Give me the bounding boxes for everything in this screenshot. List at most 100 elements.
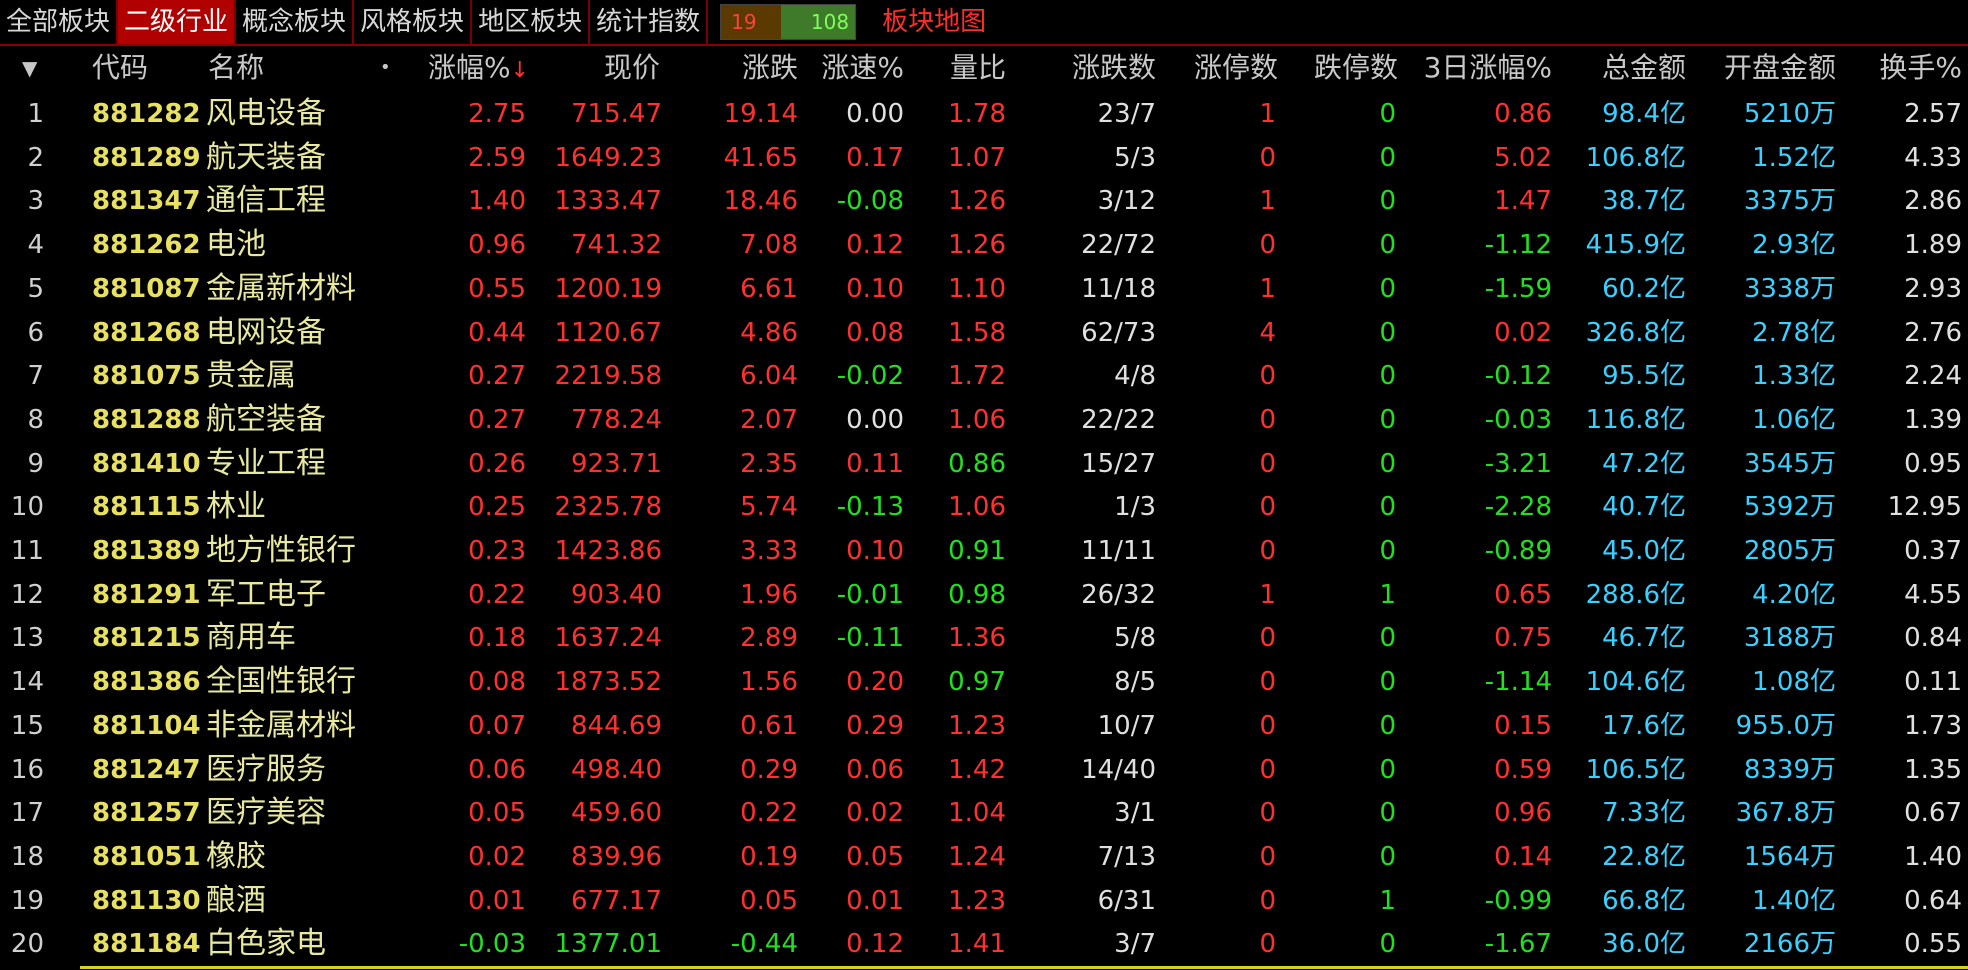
limit-down-count: 0: [1379, 841, 1396, 872]
sector-code: 881051: [92, 841, 201, 872]
change-pct: 0.55: [468, 273, 526, 304]
open-amount: 955.0万: [1735, 710, 1836, 741]
limit-up-count: 1: [1259, 273, 1276, 304]
table-row[interactable]: 11 881389 地方性银行 0.23 1423.86 3.33 0.10 0.91 11/1…: [0, 529, 1968, 573]
limit-up-count: 0: [1259, 885, 1276, 916]
limit-up-count: 0: [1259, 404, 1276, 435]
tab-concept-sectors[interactable]: 概念板块: [236, 0, 355, 44]
current-price: 677.17: [571, 885, 662, 916]
table-row[interactable]: 17 881257 医疗美容 0.05 459.60 0.22 0.02 1.04 3/1 0 0 0…: [0, 791, 1968, 835]
row-index: 13: [10, 623, 44, 654]
header-amount[interactable]: 总金额: [1560, 46, 1686, 90]
change-speed: -0.11: [836, 623, 904, 654]
total-amount: 47.2亿: [1602, 448, 1686, 479]
sector-code: 881410: [92, 448, 201, 479]
total-amount: 40.7亿: [1602, 492, 1686, 523]
sector-map-link[interactable]: 板块地图: [882, 0, 986, 44]
price-change: -0.44: [730, 929, 798, 960]
header-vol-ratio[interactable]: 量比: [900, 46, 1006, 90]
row-index: 18: [10, 841, 44, 872]
total-amount: 22.8亿: [1602, 841, 1686, 872]
pct-3day: -0.03: [1484, 404, 1552, 435]
up-down-count: 62/73: [1081, 317, 1156, 348]
table-row[interactable]: 12 881291 军工电子 0.22 903.40 1.96 -0.01 0.98 26/32…: [0, 573, 1968, 617]
price-change: 18.46: [723, 186, 798, 217]
open-amount: 1.08亿: [1752, 667, 1836, 698]
header-turnover[interactable]: 换手%: [1840, 46, 1962, 90]
sector-name: 电池: [206, 227, 266, 263]
tab-stat-index[interactable]: 统计指数: [590, 0, 709, 44]
table-row[interactable]: 6 881268 电网设备 0.44 1120.67 4.86 0.08 1.58 62/73 4…: [0, 311, 1968, 355]
header-speed[interactable]: 涨速%: [800, 46, 904, 90]
table-row[interactable]: 4 881262 电池 0.96 741.32 7.08 0.12 1.26 22/72 0 0 -1…: [0, 223, 1968, 267]
sector-name: 白色家电: [206, 926, 326, 962]
declining-count: 108: [781, 5, 856, 39]
sector-code: 881130: [92, 885, 201, 916]
header-pct-3d[interactable]: 3日涨幅%: [1400, 46, 1552, 90]
tab-style-sectors[interactable]: 风格板块: [354, 0, 473, 44]
volume-ratio: 1.23: [948, 710, 1006, 741]
total-amount: 17.6亿: [1602, 710, 1686, 741]
table-row[interactable]: 3 881347 通信工程 1.40 1333.47 18.46 -0.08 1.26 3/12…: [0, 179, 1968, 223]
table-header: ▼ 代码 名称 • 涨幅%↓ 现价 涨跌 涨速% 量比 涨跌数 涨停数 跌停数 …: [0, 46, 1968, 90]
table-row[interactable]: 14 881386 全国性银行 0.08 1873.52 1.56 0.20 0.97 8/5 0…: [0, 660, 1968, 704]
limit-up-count: 0: [1259, 492, 1276, 523]
header-open-amount[interactable]: 开盘金额: [1680, 46, 1836, 90]
row-index: 4: [27, 230, 44, 261]
turnover-rate: 2.93: [1904, 273, 1962, 304]
tab-all-sectors[interactable]: 全部板块: [0, 0, 119, 44]
volume-ratio: 1.23: [948, 885, 1006, 916]
tab-region-sectors[interactable]: 地区板块: [472, 0, 591, 44]
column-menu-icon[interactable]: ▼: [22, 46, 52, 90]
row-index: 8: [27, 404, 44, 435]
change-pct: 0.27: [468, 361, 526, 392]
up-down-count: 14/40: [1081, 754, 1156, 785]
table-row[interactable]: 18 881051 橡胶 0.02 839.96 0.19 0.05 1.24 7/13 0 0 0.…: [0, 835, 1968, 879]
volume-ratio: 1.41: [948, 929, 1006, 960]
sort-desc-icon: ↓: [510, 58, 530, 83]
change-speed: 0.20: [846, 667, 904, 698]
pct-3day: 0.02: [1494, 317, 1552, 348]
table-row[interactable]: 15 881104 非金属材料 0.07 844.69 0.61 0.29 1.23 10/7 0…: [0, 704, 1968, 748]
total-amount: 116.8亿: [1585, 404, 1686, 435]
current-price: 2325.78: [554, 492, 662, 523]
table-row[interactable]: 19 881130 酿酒 0.01 677.17 0.05 0.01 1.23 6/31 0 1 -0…: [0, 879, 1968, 923]
table-row[interactable]: 13 881215 商用车 0.18 1637.24 2.89 -0.11 1.36 5/8 0 0…: [0, 616, 1968, 660]
table-row[interactable]: 16 881247 医疗服务 0.06 498.40 0.29 0.06 1.42 14/40 0…: [0, 748, 1968, 792]
header-code[interactable]: 代码: [92, 46, 148, 90]
header-price[interactable]: 现价: [540, 46, 660, 90]
open-amount: 1.40亿: [1752, 885, 1836, 916]
tab-level2-industry[interactable]: 二级行业: [118, 0, 237, 44]
limit-up-count: 0: [1259, 798, 1276, 829]
volume-ratio: 1.26: [948, 186, 1006, 217]
row-index: 9: [27, 448, 44, 479]
change-speed: 0.10: [846, 536, 904, 566]
sector-code: 881215: [92, 623, 201, 654]
advancing-count: 19: [721, 5, 782, 39]
table-row[interactable]: 8 881288 航空装备 0.27 778.24 2.07 0.00 1.06 22/22 0 0…: [0, 398, 1968, 442]
up-down-count: 22/72: [1081, 230, 1156, 261]
table-row[interactable]: 9 881410 专业工程 0.26 923.71 2.35 0.11 0.86 15/27 0 0…: [0, 442, 1968, 486]
row-index: 3: [27, 186, 44, 217]
header-pct[interactable]: 涨幅%↓: [428, 46, 529, 90]
header-change[interactable]: 涨跌: [680, 46, 798, 90]
change-speed: 0.08: [846, 317, 904, 348]
table-row[interactable]: 2 881289 航天装备 2.59 1649.23 41.65 0.17 1.07 5/3 0 0…: [0, 136, 1968, 180]
header-name[interactable]: 名称: [208, 46, 264, 90]
limit-up-count: 0: [1259, 667, 1276, 698]
row-index: 7: [27, 361, 44, 392]
table-row[interactable]: 1 881282 风电设备 2.75 715.47 19.14 0.00 1.78 23/7 1 0…: [0, 92, 1968, 136]
sector-name: 专业工程: [206, 445, 326, 481]
change-speed: -0.13: [836, 492, 904, 523]
limit-down-count: 0: [1379, 492, 1396, 523]
table-row[interactable]: 10 881115 林业 0.25 2325.78 5.74 -0.13 1.06 1/3 0 0 -…: [0, 485, 1968, 529]
header-limit-down[interactable]: 跌停数: [1280, 46, 1398, 90]
header-updown[interactable]: 涨跌数: [1030, 46, 1156, 90]
sector-code: 881262: [92, 230, 201, 261]
table-row[interactable]: 7 881075 贵金属 0.27 2219.58 6.04 -0.02 1.72 4/8 0 0 -…: [0, 354, 1968, 398]
pct-3day: 1.47: [1494, 186, 1552, 217]
table-row[interactable]: 5 881087 金属新材料 0.55 1200.19 6.61 0.10 1.10 11/18…: [0, 267, 1968, 311]
header-limit-up[interactable]: 涨停数: [1160, 46, 1278, 90]
change-speed: -0.02: [836, 361, 904, 392]
table-row[interactable]: 20 881184 白色家电 -0.03 1377.01 -0.44 0.12 1.41 3/7…: [0, 922, 1968, 966]
